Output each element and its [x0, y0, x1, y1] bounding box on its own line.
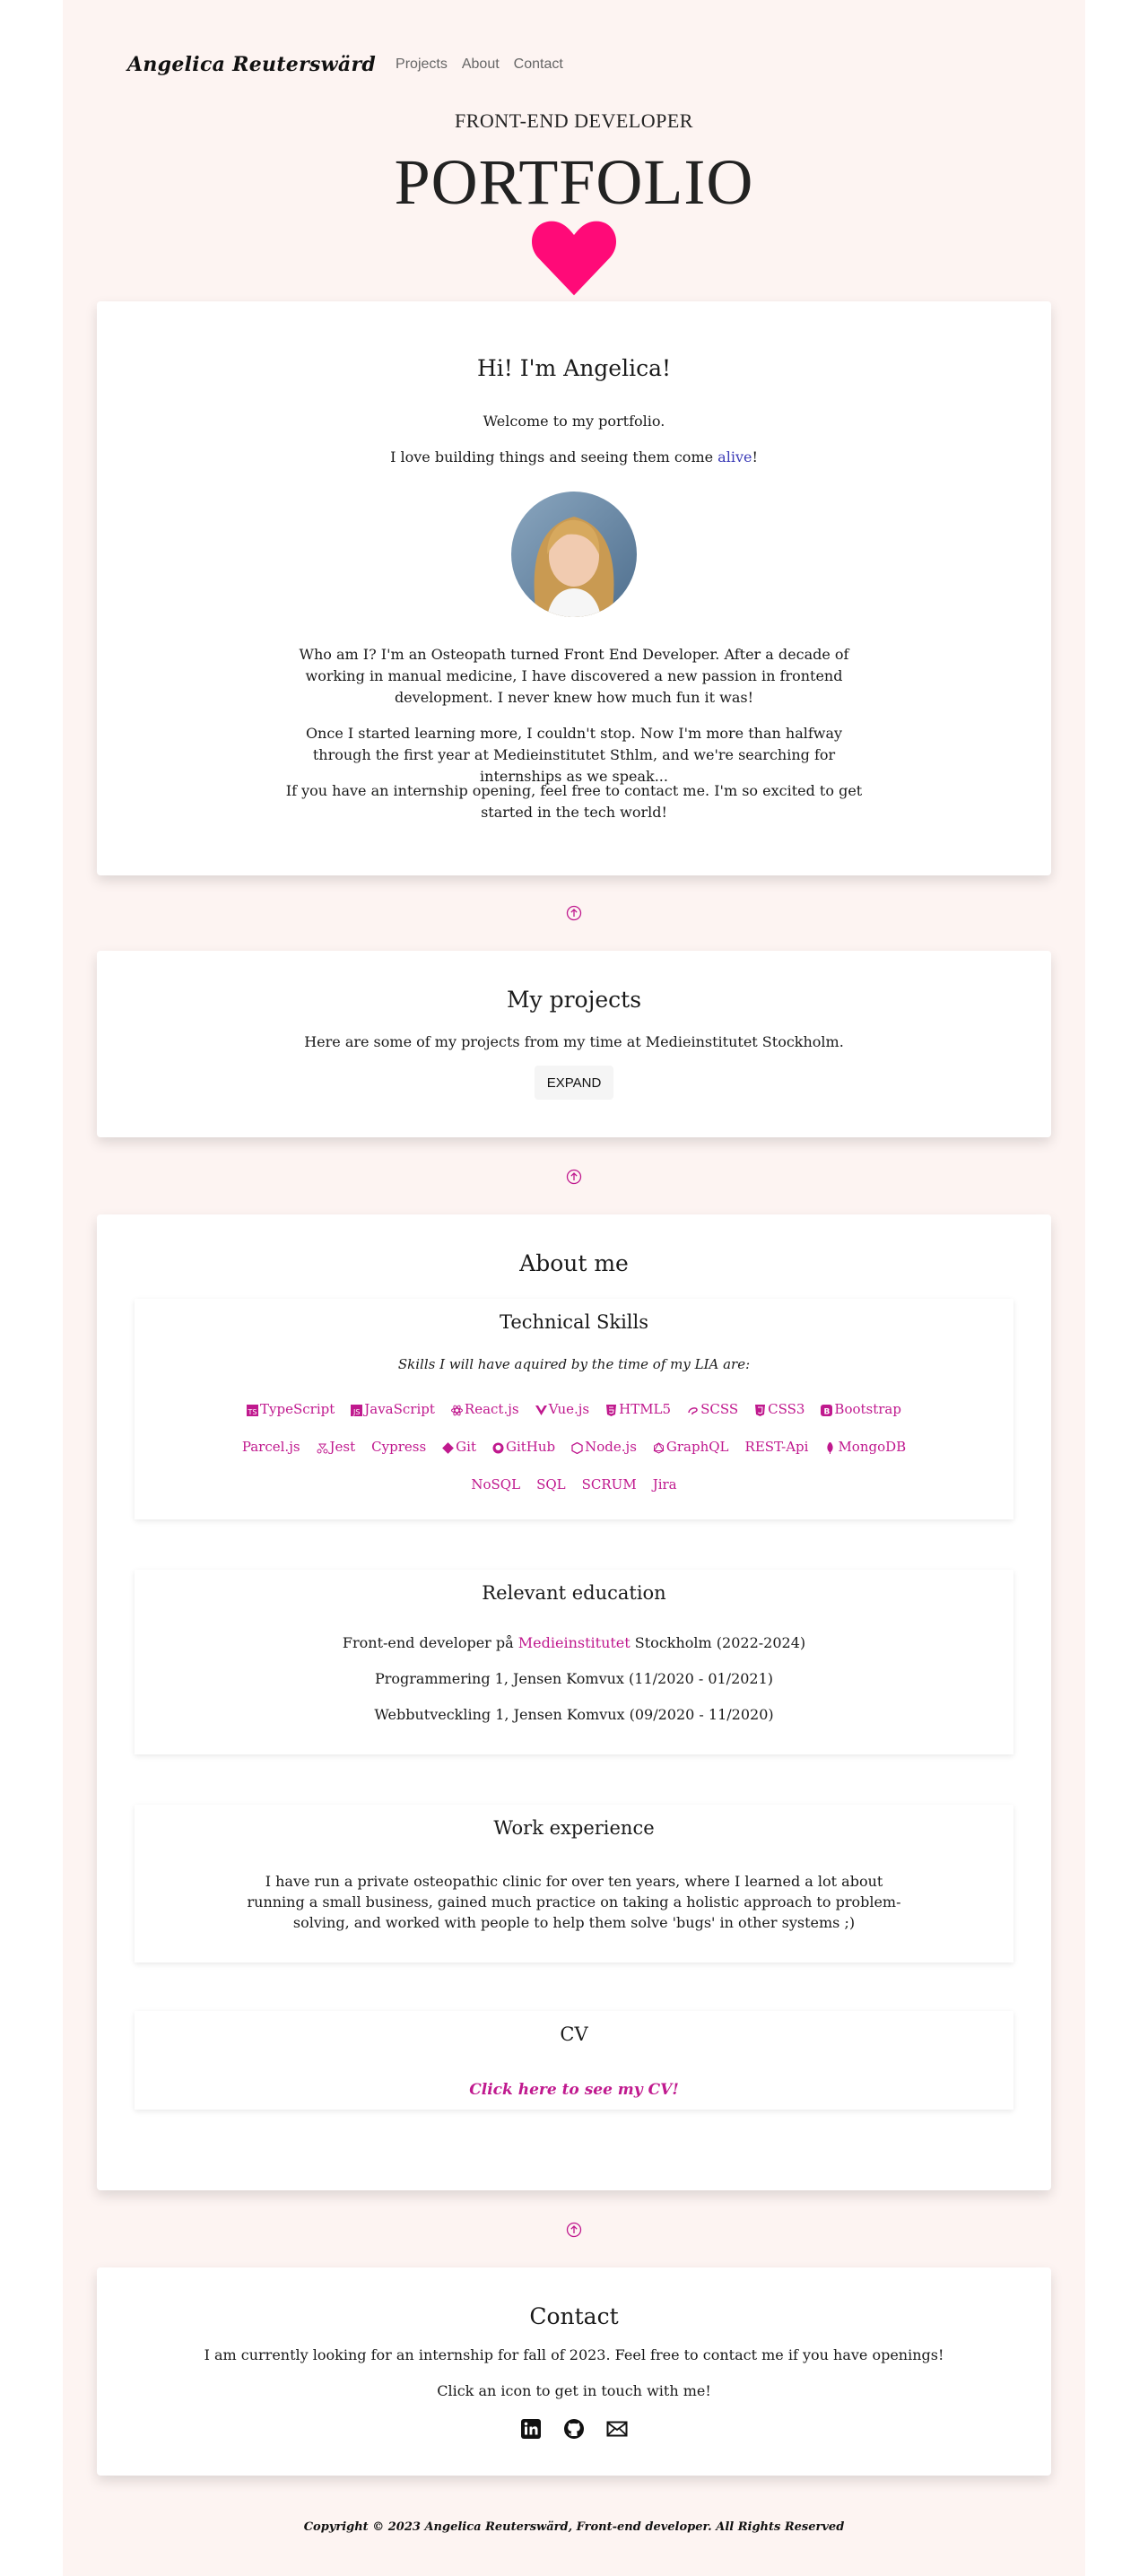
skill-jest: Jest — [317, 1439, 355, 1455]
welcome-text: Welcome to my portfolio. — [483, 413, 665, 430]
top-nav: Angelica Reuterswärd Projects About Cont… — [127, 48, 578, 81]
bio-paragraph-3: If you have an internship opening, feel … — [285, 782, 863, 821]
javascript-icon: JS — [351, 1404, 363, 1416]
github-icon[interactable] — [563, 2418, 585, 2440]
heart-icon — [531, 221, 617, 296]
work-title: Work experience — [493, 1817, 655, 1839]
contact-cta: Click an icon to get in touch with me! — [437, 2382, 711, 2399]
skills-title: Technical Skills — [499, 1311, 649, 1333]
css3-icon — [754, 1404, 766, 1416]
graphql-icon — [653, 1441, 665, 1454]
love-prefix: I love building things and seeing them c… — [390, 448, 718, 466]
email-icon[interactable] — [606, 2418, 628, 2440]
skill-cypress: Cypress — [371, 1439, 427, 1455]
education-title: Relevant education — [482, 1582, 666, 1604]
medieinstitutet-link[interactable]: Medieinstitutet — [518, 1634, 631, 1651]
mongodb-icon — [824, 1440, 836, 1454]
about-title: About me — [519, 1250, 629, 1276]
skill-nodejs: Node.js — [571, 1439, 637, 1455]
sass-icon — [687, 1404, 699, 1415]
git-icon — [442, 1441, 455, 1454]
skill-typescript: TS TypeScript — [247, 1401, 335, 1417]
bootstrap-icon: B — [821, 1404, 833, 1416]
alive-link[interactable]: alive — [718, 448, 752, 466]
contact-card: Contact I am currently looking for an in… — [97, 2267, 1051, 2476]
skill-scrum: SCRUM — [581, 1476, 637, 1493]
cv-card: CV Click here to see my CV! — [135, 2011, 1013, 2110]
skill-git: Git — [442, 1439, 476, 1455]
skills-row: NoSQL SQL SCRUM Jira — [135, 1476, 1013, 1493]
jest-icon — [317, 1441, 328, 1453]
footer-copyright: Copyright © 2023 Angelica Reuterswärd, F… — [303, 2520, 845, 2534]
love-text: I love building things and seeing them c… — [97, 447, 1051, 468]
nav-link-about[interactable]: About — [462, 57, 500, 73]
typescript-icon: TS — [247, 1404, 259, 1416]
svg-text:B: B — [824, 1407, 831, 1416]
skill-nosql: NoSQL — [471, 1476, 521, 1493]
skills-intro: Skills I will have aquired by the time o… — [397, 1356, 751, 1372]
skill-mongodb: MongoDB — [824, 1439, 906, 1455]
avatar — [511, 492, 637, 617]
html5-icon — [605, 1404, 617, 1416]
bio-paragraph-1: Who am I? I'm an Osteopath turned Front … — [299, 646, 849, 706]
skills-row: TS TypeScript JS JavaScript React.js Vue.j… — [135, 1401, 1013, 1417]
education-card: Relevant education Front-end developer p… — [135, 1570, 1013, 1754]
skill-parcel: Parcel.js — [241, 1439, 300, 1455]
education-line: Programmering 1, Jensen Komvux (11/2020 … — [374, 1670, 774, 1687]
nav-link-projects[interactable]: Projects — [396, 57, 448, 73]
love-suffix: ! — [752, 448, 758, 466]
contact-text: I am currently looking for an internship… — [204, 2346, 944, 2363]
cv-title: CV — [560, 2023, 588, 2045]
linkedin-icon[interactable] — [520, 2418, 542, 2440]
skill-javascript: JS JavaScript — [351, 1401, 435, 1417]
hero-subtitle: FRONT-END DEVELOPER — [455, 109, 693, 132]
expand-button[interactable]: EXPAND — [535, 1066, 613, 1100]
intro-title: Hi! I'm Angelica! — [476, 355, 672, 381]
skill-jira: Jira — [652, 1476, 677, 1493]
nodejs-icon — [571, 1441, 583, 1454]
projects-title: My projects — [506, 987, 642, 1013]
svg-text:TS: TS — [248, 1408, 257, 1416]
contact-icons — [97, 2418, 1051, 2440]
github-icon — [492, 1441, 504, 1453]
intro-card: Hi! I'm Angelica! Welcome to my portfoli… — [97, 301, 1051, 875]
skill-html5: HTML5 — [605, 1401, 671, 1417]
skill-graphql: GraphQL — [653, 1439, 729, 1455]
brand-logo[interactable]: Angelica Reuterswärd — [127, 53, 376, 76]
skill-github: GitHub — [492, 1439, 555, 1455]
hero-title: PORTFOLIO — [394, 146, 754, 218]
skill-css3: CSS3 — [754, 1401, 804, 1417]
education-line: Webbutveckling 1, Jensen Komvux (09/2020… — [374, 1706, 774, 1723]
skill-vue: Vue.js — [535, 1401, 589, 1417]
skill-rest-api: REST-Api — [744, 1439, 809, 1455]
education-line: Front-end developer på Medieinstitutet S… — [342, 1634, 806, 1651]
svg-text:JS: JS — [352, 1408, 360, 1416]
projects-text: Here are some of my projects from my tim… — [304, 1033, 844, 1050]
work-text: I have run a private osteopathic clinic … — [247, 1873, 901, 1931]
skill-bootstrap: B Bootstrap — [821, 1401, 901, 1417]
skill-sql: SQL — [536, 1476, 566, 1493]
scroll-top-icon[interactable] — [566, 1169, 582, 1185]
skills-card: Technical Skills Skills I will have aqui… — [135, 1299, 1013, 1519]
scroll-top-icon[interactable] — [566, 905, 582, 921]
work-card: Work experience I have run a private ost… — [135, 1805, 1013, 1962]
cv-link[interactable]: Click here to see my CV! — [135, 2081, 1013, 2099]
skills-row: Parcel.js Jest Cypress Git GitHub Node.j… — [135, 1439, 1013, 1455]
skill-react: React.js — [450, 1401, 519, 1417]
contact-title: Contact — [529, 2303, 619, 2329]
nav-link-contact[interactable]: Contact — [514, 57, 563, 73]
vue-icon — [535, 1404, 547, 1415]
skill-scss: SCSS — [687, 1401, 738, 1417]
projects-card: My projects Here are some of my projects… — [97, 951, 1051, 1137]
react-icon — [450, 1404, 463, 1415]
scroll-top-icon[interactable] — [566, 2222, 582, 2238]
bio-paragraph-2: Once I started learning more, I couldn't… — [305, 725, 843, 785]
